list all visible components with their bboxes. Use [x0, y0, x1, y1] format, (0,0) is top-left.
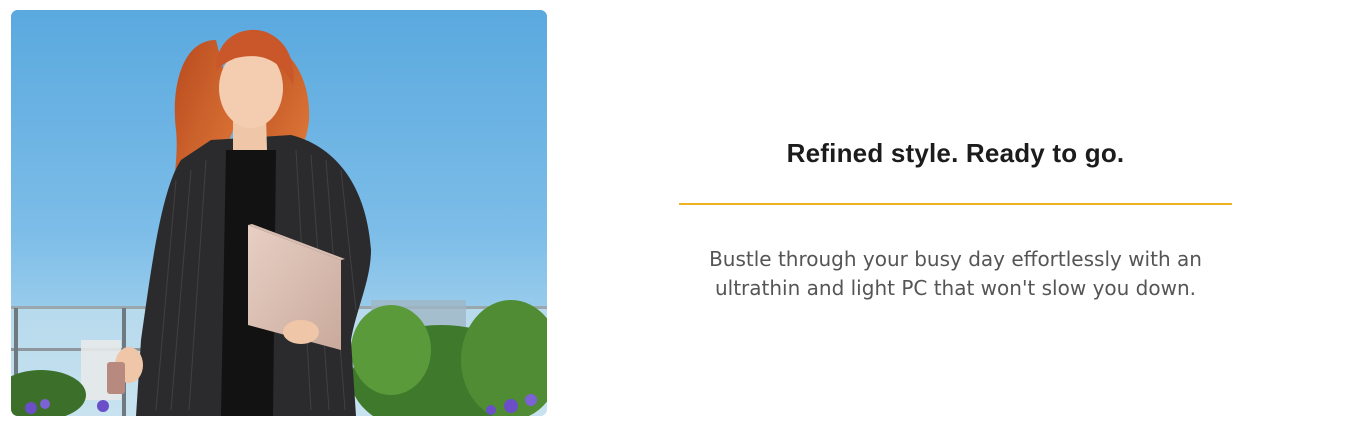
- feature-text-panel: Refined style. Ready to go. Bustle throu…: [679, 120, 1232, 303]
- hero-illustration: [11, 10, 547, 416]
- feature-description: Bustle through your busy day effortlessl…: [709, 247, 1202, 300]
- accent-divider: [679, 203, 1232, 205]
- hero-image: [11, 10, 547, 416]
- feature-headline: Refined style. Ready to go.: [786, 138, 1125, 168]
